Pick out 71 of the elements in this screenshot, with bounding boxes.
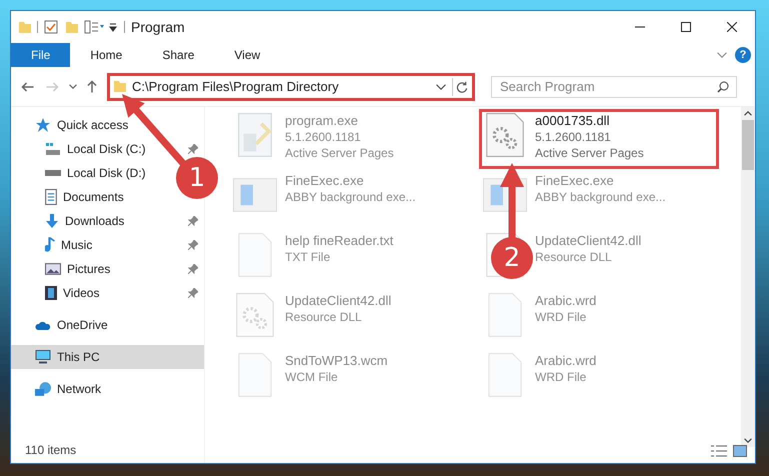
- close-icon: [727, 22, 737, 32]
- sidebar-item[interactable]: Network: [11, 377, 204, 401]
- star-icon: [35, 118, 51, 132]
- sidebar-item[interactable]: This PC: [11, 345, 204, 369]
- sidebar-item[interactable]: Downloads: [11, 209, 204, 233]
- document-icon: [45, 189, 57, 205]
- file-item[interactable]: a0001735.dll 5.1.2600.1181 Active Server Pages: [479, 109, 719, 169]
- sidebar-item[interactable]: Videos: [11, 281, 204, 305]
- gear-file-icon: [233, 293, 277, 337]
- file-detail: 5.1.2600.1181: [535, 129, 612, 145]
- file-detail: 5.1.2600.1181: [285, 129, 362, 145]
- file-detail: Active Server Pages: [285, 145, 394, 161]
- file-detail: ABBY background exe...: [535, 189, 666, 205]
- music-note-icon: [45, 237, 55, 253]
- address-path: C:\Program Files\Program Directory: [132, 78, 339, 96]
- pin-icon: [188, 288, 198, 298]
- download-arrow-icon: [45, 213, 59, 229]
- ribbon-tab[interactable]: File: [11, 43, 70, 67]
- thumbnail-view-icon[interactable]: [733, 445, 747, 457]
- sidebar-item[interactable]: Documents: [11, 185, 124, 209]
- picture-icon: [45, 263, 61, 275]
- sidebar-item[interactable]: Local Disk (D:): [11, 161, 146, 185]
- pin-icon: [188, 216, 198, 226]
- cloud-icon: [35, 320, 51, 330]
- ribbon-tab[interactable]: Share: [142, 43, 214, 67]
- file-detail: WCM File: [285, 369, 339, 385]
- file-detail: Resource DLL: [285, 309, 363, 325]
- search-icon: [717, 80, 729, 92]
- scrollbar-thumb[interactable]: [742, 120, 754, 170]
- file-detail: TXT File: [285, 249, 332, 265]
- file-detail: ABBY background exe...: [285, 189, 416, 205]
- chevron-down-icon[interactable]: [69, 84, 77, 89]
- ribbon-tab[interactable]: Home: [70, 43, 142, 67]
- network-icon: [35, 382, 51, 396]
- chevron-down-icon[interactable]: [744, 438, 752, 443]
- drive-icon: [45, 143, 61, 155]
- up-arrow-icon[interactable]: [87, 80, 97, 93]
- file-detail: Active Server Pages: [535, 145, 644, 161]
- file-detail: Resource DLL: [535, 249, 613, 265]
- dropdown-icon[interactable]: [108, 22, 118, 32]
- address-bar[interactable]: C:\Program Files\Program Directory: [107, 72, 475, 100]
- refresh-icon[interactable]: [456, 80, 468, 92]
- chevron-down-icon[interactable]: [436, 84, 446, 90]
- sidebar-item[interactable]: Pictures: [11, 257, 204, 281]
- file-detail: WRD File: [535, 309, 588, 325]
- details-view-icon[interactable]: [711, 445, 727, 457]
- ribbon-tab[interactable]: View: [214, 43, 280, 67]
- help-button[interactable]: ?: [735, 47, 751, 63]
- back-arrow-icon[interactable]: [21, 82, 35, 92]
- sidebar-item[interactable]: Music: [11, 233, 204, 257]
- folder-icon: [19, 22, 31, 32]
- maximize-icon: [681, 22, 691, 32]
- film-icon: [45, 285, 57, 301]
- item-count: 110 items: [25, 442, 78, 459]
- folder-icon: [114, 81, 126, 92]
- pin-icon: [188, 264, 198, 274]
- chevron-up-icon[interactable]: [744, 111, 752, 116]
- sidebar-item[interactable]: Quick access: [11, 113, 204, 137]
- window-title: Program: [131, 18, 185, 37]
- pin-icon: [188, 240, 198, 250]
- computer-icon: [35, 350, 51, 364]
- checklist-icon[interactable]: [44, 20, 58, 34]
- scrollbar[interactable]: [741, 107, 755, 447]
- sidebar-item[interactable]: OneDrive: [11, 313, 204, 337]
- file-name[interactable]: a0001735.dll: [535, 113, 644, 129]
- drive-icon: [45, 170, 61, 176]
- file-detail: WRD File: [535, 369, 588, 385]
- pin-icon: [188, 144, 198, 154]
- gear-file-icon: [483, 113, 527, 157]
- search-field[interactable]: Search Program: [491, 76, 737, 98]
- properties-icon[interactable]: [84, 20, 104, 34]
